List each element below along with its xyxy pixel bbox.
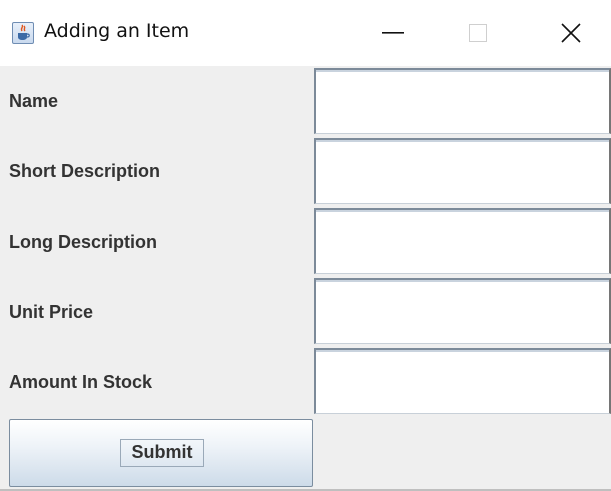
amount-in-stock-input[interactable]: [314, 348, 611, 414]
short-description-input[interactable]: [314, 138, 611, 204]
app-window: Adding an Item Name Short Description Lo…: [0, 0, 611, 491]
close-icon: [561, 23, 581, 43]
maximize-button[interactable]: [448, 0, 508, 66]
java-coffee-cup-icon: [12, 22, 34, 44]
minimize-icon: [382, 32, 404, 34]
submit-label: Submit: [131, 442, 193, 462]
name-label: Name: [9, 91, 59, 111]
form-panel: Name Short Description Long Description …: [0, 66, 611, 491]
title-bar[interactable]: Adding an Item: [0, 0, 611, 66]
close-button[interactable]: [541, 0, 601, 66]
minimize-button[interactable]: [363, 0, 423, 66]
unit-price-label: Unit Price: [9, 302, 94, 322]
submit-button[interactable]: Submit: [9, 419, 313, 487]
unit-price-input[interactable]: [314, 278, 611, 344]
window-title: Adding an Item: [44, 20, 190, 42]
amount-in-stock-label: Amount In Stock: [9, 372, 152, 392]
short-description-label: Short Description: [9, 161, 161, 181]
name-input[interactable]: [314, 68, 611, 134]
long-description-input[interactable]: [314, 208, 611, 274]
long-description-label: Long Description: [9, 232, 157, 252]
maximize-icon: [469, 24, 487, 42]
